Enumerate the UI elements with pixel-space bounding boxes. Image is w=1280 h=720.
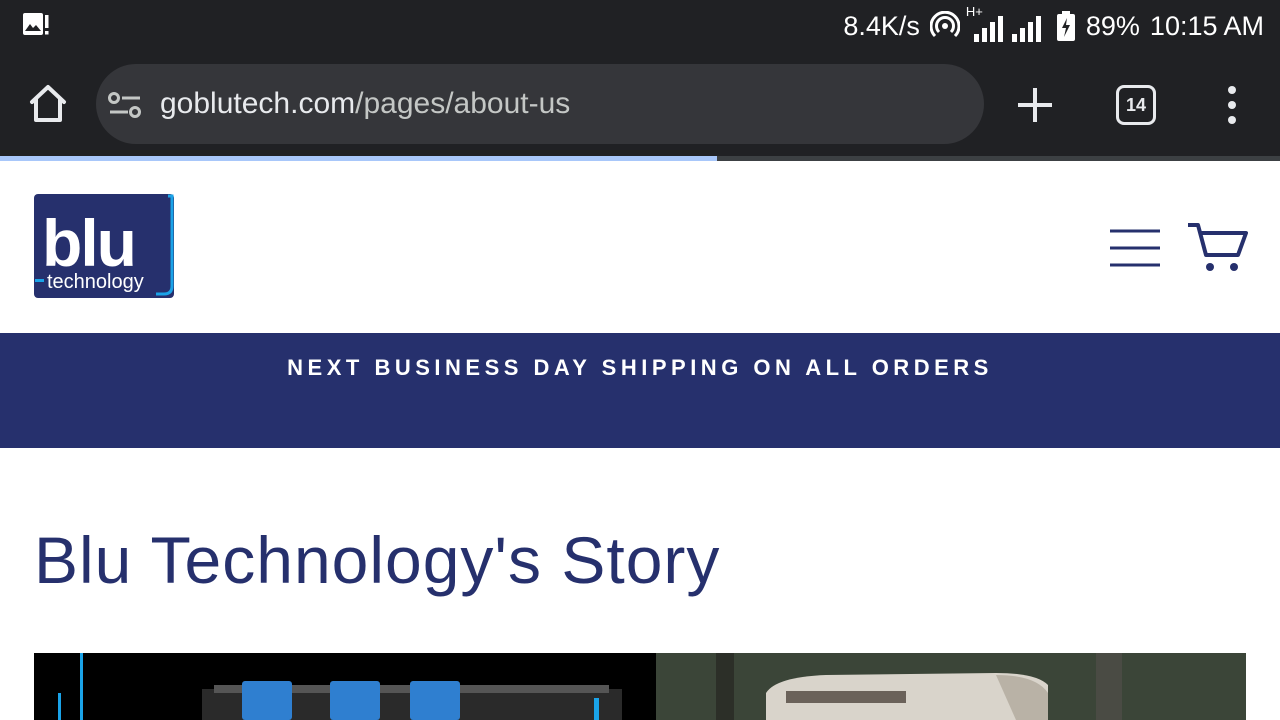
tab-switcher-button[interactable]: 14	[1116, 85, 1156, 125]
plus-icon[interactable]	[1014, 84, 1056, 126]
url-domain: goblutech.com	[160, 87, 356, 120]
hero-camper-graphic	[656, 653, 1246, 720]
battery-charging-icon	[1056, 11, 1075, 41]
blu-technology-logo[interactable]: blu technology	[34, 194, 174, 298]
home-icon[interactable]	[26, 82, 70, 126]
logo-main-text: blu	[42, 206, 135, 280]
hero-image	[34, 653, 1246, 720]
announcement-bar: NEXT BUSINESS DAY SHIPPING ON ALL ORDERS	[0, 333, 1280, 448]
tab-count: 14	[1125, 94, 1147, 115]
browser-toolbar: goblutech.com/pages/about-us 14	[0, 52, 1280, 156]
hamburger-menu-icon[interactable]	[1110, 229, 1160, 267]
hero-product-image	[34, 653, 656, 720]
page-title: Blu Technology's Story	[34, 523, 721, 597]
url-text: goblutech.com/pages/about-us	[160, 84, 570, 124]
signal-icon	[973, 16, 1003, 42]
clock: 10:15 AM	[1149, 10, 1264, 41]
net-speed: 8.4K/s	[843, 10, 920, 41]
address-bar[interactable]: goblutech.com/pages/about-us	[96, 64, 984, 144]
hero-camper-photo	[656, 653, 1246, 720]
battery-level: 89%	[1085, 10, 1140, 41]
signal-icon	[1011, 16, 1041, 42]
signal-group: H+	[966, 4, 1046, 42]
hotspot-icon	[929, 11, 960, 38]
url-path: /pages/about-us	[355, 87, 571, 120]
hero-product-graphic	[58, 653, 622, 720]
site-settings-icon[interactable]	[108, 91, 142, 119]
gallery-alert-icon	[23, 13, 49, 35]
status-right: 8.4K/s H+ 89% 10:15 AM	[843, 4, 1264, 44]
cart-icon[interactable]	[1186, 221, 1248, 273]
announcement-text: NEXT BUSINESS DAY SHIPPING ON ALL ORDERS	[287, 355, 993, 380]
status-bar: 8.4K/s H+ 89% 10:15 AM	[0, 0, 1280, 52]
logo-sub-text: technology	[47, 271, 144, 293]
site-header: blu technology	[0, 161, 1280, 333]
more-vert-icon[interactable]	[1214, 84, 1250, 126]
